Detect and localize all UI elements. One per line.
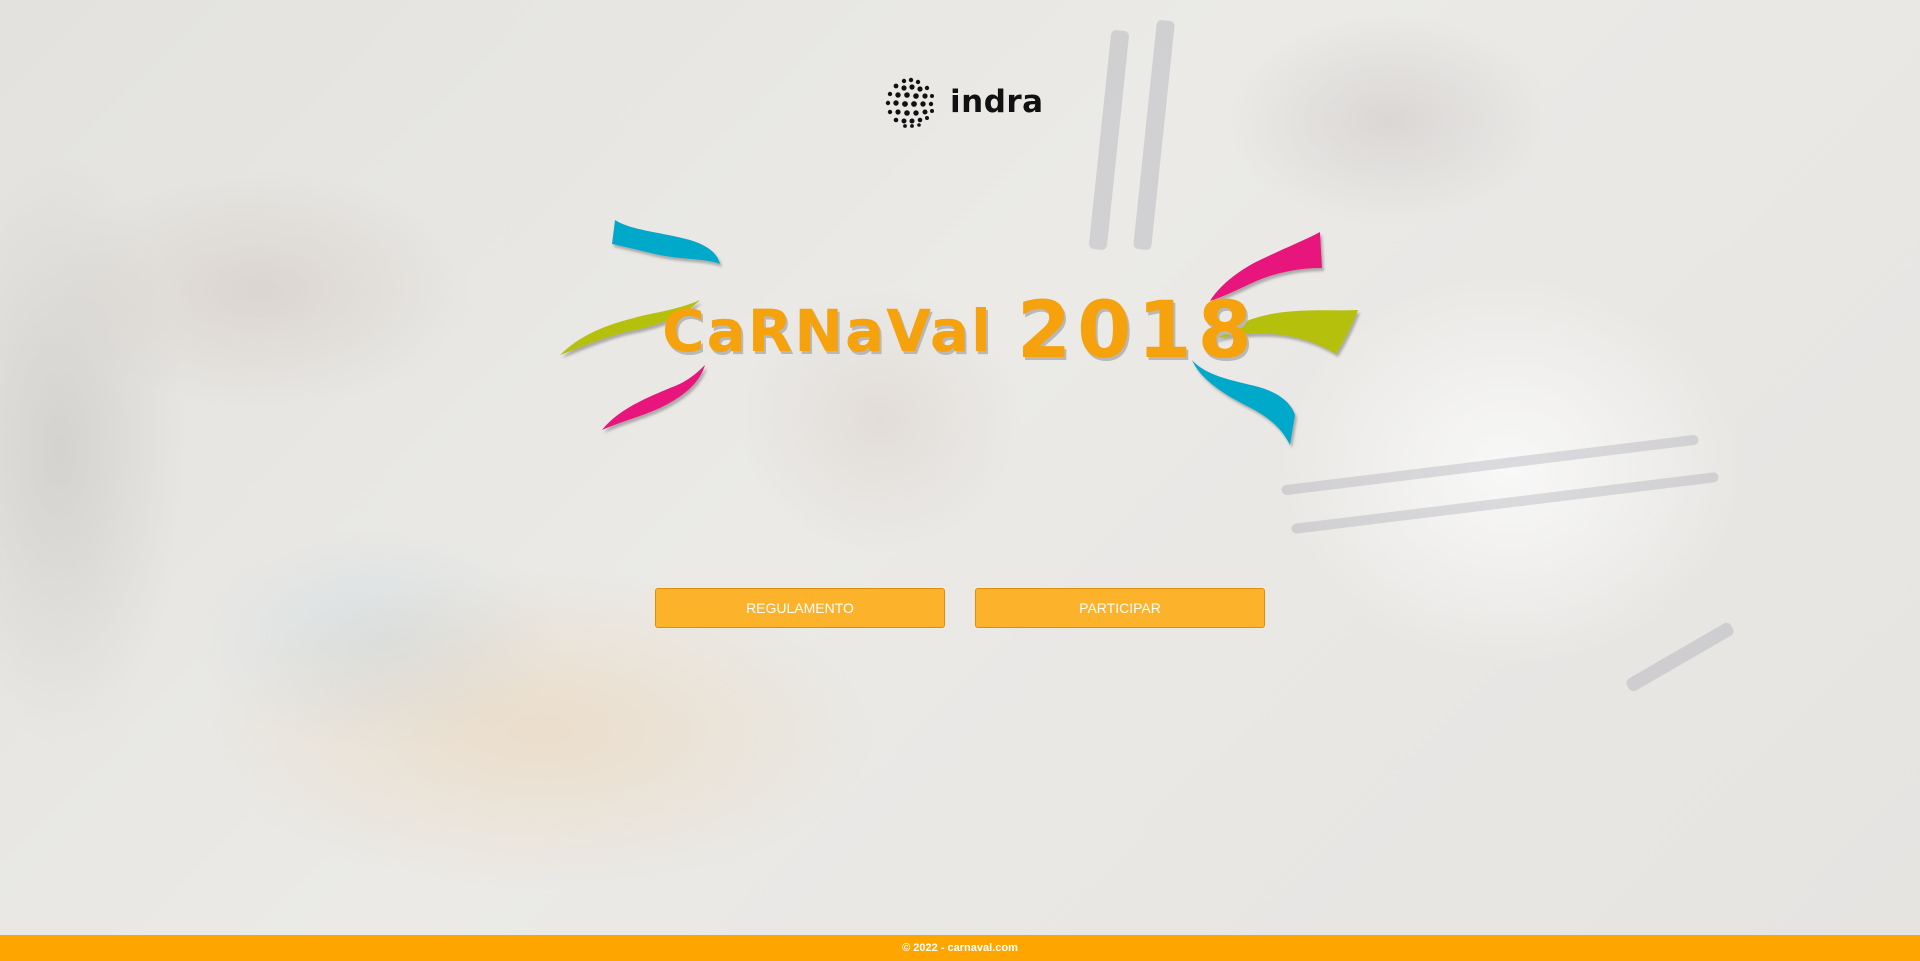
title-word: CaRNaVal xyxy=(662,297,993,365)
dotted-sphere-icon xyxy=(885,77,934,128)
footer: © 2022 - carnaval.com xyxy=(0,935,1920,961)
carnaval-title: CaRNaVal 2018 xyxy=(662,270,1252,380)
regulamento-button[interactable]: REGULAMENTO xyxy=(655,588,945,628)
footer-copyright: © 2022 - carnaval.com xyxy=(902,942,1018,954)
ribbon-left-magenta xyxy=(602,365,705,430)
background-photo xyxy=(0,0,1920,935)
title-year: 2018 xyxy=(1016,286,1258,376)
participar-button[interactable]: PARTICIPAR xyxy=(975,588,1265,628)
logo-wordmark: indra xyxy=(950,83,1044,120)
ribbon-left-cyan xyxy=(612,220,720,264)
indra-logo[interactable]: indra xyxy=(884,76,1044,128)
